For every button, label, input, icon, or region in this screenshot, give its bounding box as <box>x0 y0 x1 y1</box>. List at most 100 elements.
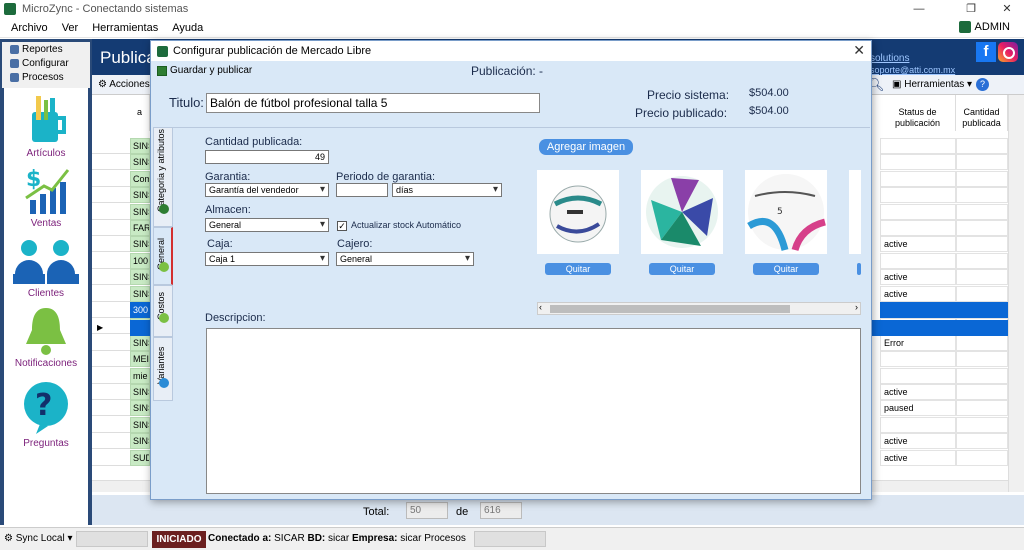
table-row-status[interactable] <box>880 171 956 187</box>
table-row-cantidad[interactable] <box>956 417 1008 433</box>
instagram-icon[interactable] <box>998 42 1018 62</box>
row-header[interactable] <box>92 335 130 351</box>
menu-ayuda[interactable]: Ayuda <box>165 22 210 34</box>
table-row-code[interactable]: SINS <box>130 433 150 449</box>
table-row-cantidad[interactable] <box>956 368 1008 384</box>
row-header[interactable] <box>92 286 130 302</box>
row-header[interactable] <box>92 384 130 400</box>
nav-item-articulos[interactable]: Artículos <box>4 94 88 159</box>
table-row-code[interactable]: FAR <box>130 220 150 236</box>
table-row-code[interactable]: SINS <box>130 269 150 285</box>
tab-categoria[interactable]: Categoria y atributos <box>153 127 173 227</box>
actualizar-stock-checkbox[interactable]: ✓ <box>337 221 347 231</box>
table-row-code[interactable]: Com <box>130 171 150 187</box>
periodo-unidad-select[interactable]: días <box>392 183 502 197</box>
images-scrollbar[interactable]: ‹ › <box>537 302 861 315</box>
table-row-status[interactable] <box>880 417 956 433</box>
table-row-status[interactable]: active <box>880 286 956 302</box>
row-header[interactable] <box>92 253 130 269</box>
caja-select[interactable]: Caja 1 <box>205 252 329 266</box>
table-row-status[interactable] <box>880 187 956 203</box>
nav-tab-configurar[interactable]: Configurar <box>2 56 90 70</box>
row-header[interactable] <box>92 368 130 384</box>
maximize-button[interactable]: ❐ <box>956 0 986 18</box>
almacen-select[interactable]: General <box>205 218 329 232</box>
row-header[interactable] <box>92 400 130 416</box>
table-row-status[interactable]: active <box>880 269 956 285</box>
table-row-status[interactable] <box>880 204 956 220</box>
table-row-cantidad[interactable] <box>956 269 1008 285</box>
row-header[interactable] <box>92 433 130 449</box>
sync-local-dropdown[interactable]: ⚙ Sync Local ▾ <box>4 533 72 544</box>
scroll-left-icon[interactable]: ‹ <box>539 302 542 312</box>
table-row-status[interactable]: active <box>880 384 956 400</box>
table-row-cantidad[interactable] <box>956 384 1008 400</box>
table-row-code[interactable]: SUD <box>130 450 150 466</box>
row-header[interactable] <box>92 236 130 252</box>
table-row-code[interactable]: SINS <box>130 236 150 252</box>
row-header[interactable] <box>92 450 130 466</box>
minimize-button[interactable]: — <box>904 0 934 18</box>
scroll-right-icon[interactable]: › <box>855 302 858 312</box>
descripcion-textarea[interactable] <box>206 328 861 494</box>
table-row-status[interactable]: Error <box>880 335 956 351</box>
table-row-code[interactable]: 100 <box>130 253 150 269</box>
table-row-cantidad[interactable] <box>956 154 1008 170</box>
nav-item-notificaciones[interactable]: Notificaciones <box>4 304 88 369</box>
table-row-code[interactable]: SINS <box>130 154 150 170</box>
nav-tab-procesos[interactable]: Procesos <box>2 70 90 84</box>
dialog-close-icon[interactable]: ✕ <box>853 42 865 59</box>
table-row-cantidad[interactable] <box>956 204 1008 220</box>
grid-vertical-scrollbar[interactable] <box>1008 95 1024 492</box>
row-header[interactable] <box>92 269 130 285</box>
table-row-cantidad[interactable] <box>956 138 1008 154</box>
row-header[interactable] <box>92 302 130 318</box>
save-publish-button[interactable]: Guardar y publicar <box>157 65 252 76</box>
row-header[interactable] <box>92 220 130 236</box>
table-row-status[interactable] <box>880 154 956 170</box>
table-row-code[interactable]: SINS <box>130 286 150 302</box>
cajero-select[interactable]: General <box>336 252 474 266</box>
table-row-cantidad[interactable] <box>956 302 1008 318</box>
images-scroll-thumb[interactable] <box>550 305 790 313</box>
garantia-select[interactable]: Garantía del vendedor <box>205 183 329 197</box>
quitar-button-3[interactable]: Quitar <box>753 263 819 275</box>
table-row-status[interactable]: active <box>880 236 956 252</box>
table-row-status[interactable] <box>880 368 956 384</box>
table-row-code[interactable]: SINS <box>130 187 150 203</box>
titulo-input[interactable] <box>206 93 540 113</box>
facebook-icon[interactable]: f <box>976 42 996 62</box>
table-row-cantidad[interactable] <box>956 220 1008 236</box>
support-email-link[interactable]: soporte@atti.com.mx <box>870 65 955 75</box>
table-row-cantidad[interactable] <box>956 171 1008 187</box>
table-row-cantidad[interactable] <box>956 286 1008 302</box>
table-row-code[interactable]: mie <box>130 368 150 384</box>
menu-archivo[interactable]: Archivo <box>4 22 55 34</box>
menu-herramientas[interactable]: Herramientas <box>85 22 165 34</box>
close-window-button[interactable]: ✕ <box>992 0 1022 18</box>
cantidad-input[interactable]: 49 <box>205 150 329 164</box>
column-header-cantidad[interactable]: Cantidad publicada <box>956 95 1008 131</box>
table-row-code[interactable]: 300 <box>130 302 150 318</box>
column-header-first[interactable]: a <box>130 95 150 131</box>
table-row-code[interactable]: SINS <box>130 335 150 351</box>
nav-item-clientes[interactable]: Clientes <box>4 234 88 299</box>
table-row-status[interactable]: active <box>880 450 956 466</box>
table-row-code[interactable]: SINS <box>130 138 150 154</box>
row-header[interactable] <box>92 138 130 154</box>
nav-item-preguntas[interactable]: ? Preguntas <box>4 380 88 449</box>
company-link[interactable]: solutions <box>870 53 909 64</box>
row-header[interactable] <box>92 204 130 220</box>
menu-ver[interactable]: Ver <box>55 22 86 34</box>
table-row-cantidad[interactable] <box>956 433 1008 449</box>
column-header-status[interactable]: Status de publicación <box>880 95 956 131</box>
table-row-code[interactable]: MEI <box>130 351 150 367</box>
table-row-cantidad[interactable] <box>956 400 1008 416</box>
row-header[interactable] <box>92 417 130 433</box>
quitar-button-1[interactable]: Quitar <box>545 263 611 275</box>
table-row-code[interactable]: SINS <box>130 400 150 416</box>
table-row-cantidad[interactable] <box>956 187 1008 203</box>
table-row-status[interactable] <box>880 302 956 318</box>
periodo-input[interactable] <box>336 183 388 197</box>
table-row-cantidad[interactable] <box>956 450 1008 466</box>
